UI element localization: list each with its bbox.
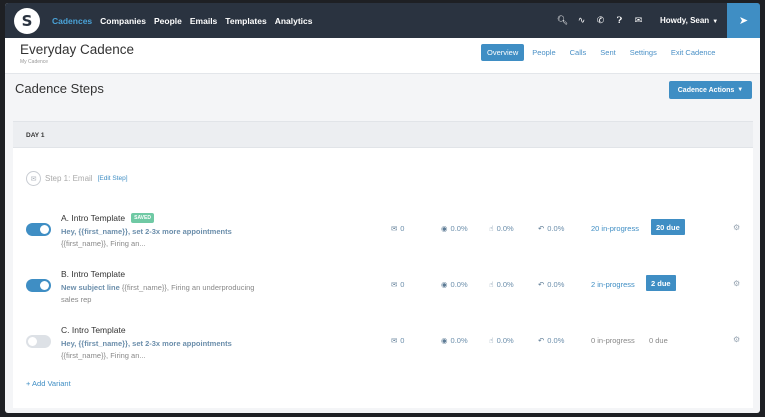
- clicks-stat: ☝ 0.0%: [489, 224, 514, 233]
- replies-stat: ↶ 0.0%: [538, 280, 565, 289]
- cadence-header: Everyday Cadence My Cadence Overview Peo…: [5, 38, 760, 74]
- variant-row: B. Intro Template New subject line {{fir…: [26, 267, 746, 317]
- variant-toggle[interactable]: [26, 335, 51, 348]
- nav-link-people[interactable]: People: [154, 16, 182, 26]
- chevron-down-icon: ▼: [737, 87, 744, 93]
- click-icon: ☝: [489, 224, 494, 233]
- variant-toggle[interactable]: [26, 279, 51, 292]
- tab-overview[interactable]: Overview: [481, 44, 525, 61]
- reply-icon: ↶: [538, 280, 545, 289]
- due-count[interactable]: 0 due: [649, 336, 668, 345]
- in-progress-link[interactable]: 20 in-progress: [591, 224, 639, 233]
- nav-link-cadences[interactable]: Cadences: [52, 16, 92, 26]
- sent-stat: ✉ 0: [391, 280, 405, 289]
- step-label: Step 1: Email: [45, 174, 93, 183]
- reply-icon: ↶: [538, 224, 545, 233]
- steps-card: ✉ Step 1: Email [Edit Step] A. Intro Tem…: [13, 148, 753, 408]
- cadence-title: Everyday Cadence: [20, 42, 135, 57]
- variant-name[interactable]: B. Intro Template: [61, 269, 125, 279]
- pulse-icon[interactable]: ∿: [572, 16, 591, 26]
- tab-calls[interactable]: Calls: [564, 44, 593, 61]
- envelope-icon: ✉: [391, 280, 398, 289]
- tab-sent[interactable]: Sent: [594, 44, 621, 61]
- sent-stat: ✉ 0: [391, 336, 405, 345]
- tab-settings[interactable]: Settings: [624, 44, 663, 61]
- logo[interactable]: S: [14, 7, 40, 34]
- click-icon: ☝: [489, 336, 494, 345]
- nav-link-emails[interactable]: Emails: [190, 16, 217, 26]
- tab-exit-cadence[interactable]: Exit Cadence: [665, 44, 722, 61]
- due-button[interactable]: 2 due: [646, 275, 676, 291]
- envelope-icon: ✉: [391, 336, 398, 345]
- views-stat: ◉ 0.0%: [441, 280, 468, 289]
- edit-step-link[interactable]: [Edit Step]: [98, 175, 128, 182]
- views-stat: ◉ 0.0%: [441, 336, 468, 345]
- nav-link-analytics[interactable]: Analytics: [275, 16, 313, 26]
- clicks-stat: ☝ 0.0%: [489, 336, 514, 345]
- eye-icon: ◉: [441, 336, 448, 345]
- variant-name[interactable]: C. Intro Template: [61, 325, 126, 335]
- in-progress-link[interactable]: 0 in-progress: [591, 336, 635, 345]
- rocket-icon: ➤: [738, 14, 749, 27]
- reply-icon: ↶: [538, 336, 545, 345]
- user-menu[interactable]: Howdy, Sean ▼: [660, 16, 718, 25]
- variant-row: A. Intro Template SAVED Hey, {{first_nam…: [26, 211, 746, 261]
- click-icon: ☝: [489, 280, 494, 289]
- phone-icon[interactable]: ✆: [591, 16, 610, 26]
- due-button[interactable]: 20 due: [651, 219, 685, 235]
- email-icon: ✉: [26, 171, 41, 186]
- variant-toggle[interactable]: [26, 223, 51, 236]
- variant-name[interactable]: A. Intro Template SAVED: [61, 213, 154, 223]
- help-icon[interactable]: ❓︎: [610, 16, 629, 26]
- add-variant-link[interactable]: + Add Variant: [26, 379, 71, 388]
- nav-link-templates[interactable]: Templates: [225, 16, 266, 26]
- nav-link-companies[interactable]: Companies: [100, 16, 146, 26]
- day-label: DAY 1: [26, 132, 45, 139]
- variant-row: C. Intro Template Hey, {{first_name}}, s…: [26, 323, 746, 373]
- envelope-icon: ✉: [391, 224, 398, 233]
- clicks-stat: ☝ 0.0%: [489, 280, 514, 289]
- eye-icon: ◉: [441, 224, 448, 233]
- step-header: ✉ Step 1: Email [Edit Step]: [26, 171, 128, 186]
- variant-description: Hey, {{first_name}}, set 2-3x more appoi…: [61, 227, 232, 248]
- app-window: S Cadences Companies People Emails Templ…: [5, 3, 760, 413]
- gear-icon[interactable]: ⚙: [733, 223, 740, 232]
- cadence-tabs: Overview People Calls Sent Settings Exit…: [481, 44, 723, 61]
- inbox-icon[interactable]: ✉: [629, 16, 648, 26]
- sent-stat: ✉ 0: [391, 224, 405, 233]
- tab-people[interactable]: People: [526, 44, 561, 61]
- variant-description: Hey, {{first_name}}, set 2-3x more appoi…: [61, 339, 232, 360]
- views-stat: ◉ 0.0%: [441, 224, 468, 233]
- variant-description: New subject line {{first_name}}, Firing …: [61, 283, 255, 304]
- replies-stat: ↶ 0.0%: [538, 224, 565, 233]
- saved-badge: SAVED: [131, 213, 154, 223]
- page-title: Cadence Steps: [15, 81, 104, 96]
- search-icon[interactable]: 🔍︎: [553, 16, 572, 26]
- in-progress-link[interactable]: 2 in-progress: [591, 280, 635, 289]
- chevron-down-icon: ▼: [712, 19, 719, 25]
- day-header: DAY 1: [13, 121, 753, 148]
- cadence-actions-button[interactable]: Cadence Actions ▼: [669, 81, 752, 99]
- cadence-subtitle: My Cadence: [20, 59, 49, 65]
- top-nav: S Cadences Companies People Emails Templ…: [5, 3, 760, 38]
- nav-icons: 🔍︎ ∿ ✆ ❓︎ ✉: [553, 3, 648, 38]
- launch-button[interactable]: ➤: [727, 3, 760, 38]
- eye-icon: ◉: [441, 280, 448, 289]
- gear-icon[interactable]: ⚙: [733, 279, 740, 288]
- replies-stat: ↶ 0.0%: [538, 336, 565, 345]
- nav-links: Cadences Companies People Emails Templat…: [52, 16, 321, 26]
- gear-icon[interactable]: ⚙: [733, 335, 740, 344]
